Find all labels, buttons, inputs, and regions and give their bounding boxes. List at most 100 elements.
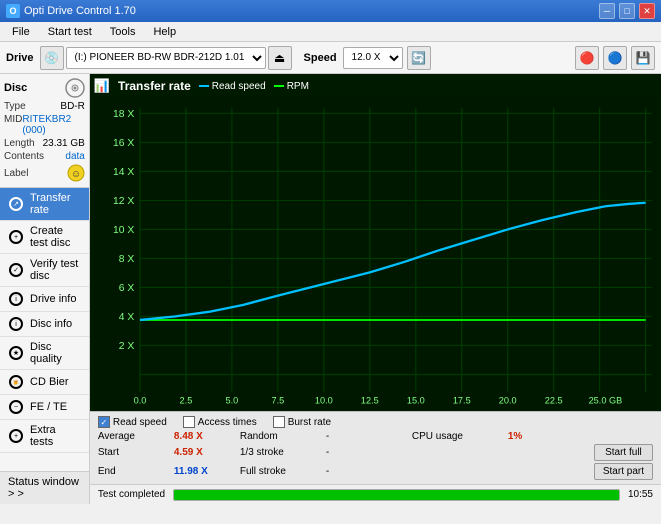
burst-rate-checkbox[interactable]: Burst rate bbox=[273, 416, 331, 428]
disc-type-row: Type BD-R bbox=[4, 100, 85, 113]
legend-rpm-label: RPM bbox=[287, 81, 309, 92]
disc-contents-row: Contents data bbox=[4, 150, 85, 163]
menu-tools[interactable]: Tools bbox=[102, 24, 144, 40]
sidebar: Disc Type BD-R MID RITEKBR2 (000) Length… bbox=[0, 74, 90, 504]
disc-section: Disc Type BD-R MID RITEKBR2 (000) Length… bbox=[0, 74, 89, 188]
average-label: Average bbox=[98, 431, 168, 442]
titlebar-controls: ─ □ ✕ bbox=[599, 3, 655, 19]
nav-cd-bier-label: CD Bier bbox=[30, 376, 69, 388]
svg-text:6 X: 6 X bbox=[119, 283, 135, 294]
stats-grid: Average 8.48 X Random - CPU usage 1% Sta… bbox=[98, 431, 653, 480]
nav-create-test-disc-label: Create test disc bbox=[30, 225, 81, 249]
fe-te-icon: ~ bbox=[8, 399, 24, 415]
nav-verify-test-disc[interactable]: ✓ Verify test disc bbox=[0, 254, 89, 287]
svg-text:15.0: 15.0 bbox=[407, 395, 425, 405]
nav-transfer-rate[interactable]: ↗ Transfer rate bbox=[0, 188, 89, 221]
svg-text:10 X: 10 X bbox=[113, 225, 134, 236]
nav-fe-te[interactable]: ~ FE / TE bbox=[0, 395, 89, 420]
toolbar: Drive 💿 (I:) PIONEER BD-RW BDR-212D 1.01… bbox=[0, 42, 661, 74]
access-times-check-icon bbox=[183, 416, 195, 428]
disc-info-icon: i bbox=[8, 316, 24, 332]
svg-text:10.0: 10.0 bbox=[315, 395, 333, 405]
chart-container: 📊 Transfer rate Read speed RPM bbox=[90, 74, 661, 411]
status-window-button[interactable]: Status window > > bbox=[0, 471, 89, 504]
toolbar-btn-2[interactable]: 🔵 bbox=[603, 46, 627, 70]
menu-start-test[interactable]: Start test bbox=[40, 24, 100, 40]
nav-disc-info[interactable]: i Disc info bbox=[0, 312, 89, 337]
burst-rate-check-icon bbox=[273, 416, 285, 428]
menu-file[interactable]: File bbox=[4, 24, 38, 40]
refresh-button[interactable]: 🔄 bbox=[407, 46, 431, 70]
disc-title: Disc bbox=[4, 82, 27, 94]
nav-disc-quality[interactable]: ★ Disc quality bbox=[0, 337, 89, 370]
start-label: Start bbox=[98, 447, 168, 458]
svg-text:12.5: 12.5 bbox=[361, 395, 379, 405]
eject-button[interactable]: ⏏ bbox=[268, 46, 292, 70]
minimize-button[interactable]: ─ bbox=[599, 3, 615, 19]
nav-extra-tests[interactable]: + Extra tests bbox=[0, 420, 89, 453]
type-value: BD-R bbox=[60, 101, 84, 112]
full-stroke-value: - bbox=[326, 466, 406, 477]
svg-text:2 X: 2 X bbox=[119, 341, 135, 352]
svg-text:12 X: 12 X bbox=[113, 196, 134, 207]
progress-bar bbox=[173, 489, 620, 501]
svg-text:5.0: 5.0 bbox=[225, 395, 238, 405]
maximize-button[interactable]: □ bbox=[619, 3, 635, 19]
disc-length-row: Length 23.31 GB bbox=[4, 137, 85, 150]
svg-text:17.5: 17.5 bbox=[453, 395, 471, 405]
length-value: 23.31 GB bbox=[43, 138, 85, 149]
access-times-checkbox-label: Access times bbox=[198, 417, 257, 428]
toolbar-btn-1[interactable]: 🔴 bbox=[575, 46, 599, 70]
nav-verify-test-disc-label: Verify test disc bbox=[30, 258, 81, 282]
nav-drive-info[interactable]: i Drive info bbox=[0, 287, 89, 312]
drive-select[interactable]: (I:) PIONEER BD-RW BDR-212D 1.01 bbox=[66, 47, 266, 69]
menu-help[interactable]: Help bbox=[145, 24, 184, 40]
extra-tests-icon: + bbox=[8, 428, 24, 444]
close-button[interactable]: ✕ bbox=[639, 3, 655, 19]
checkboxes-row: ✓ Read speed Access times Burst rate bbox=[98, 416, 653, 428]
legend-rpm: RPM bbox=[274, 81, 309, 92]
disc-label-row: Label ☺ bbox=[4, 163, 85, 183]
speed-label: Speed bbox=[304, 52, 337, 64]
svg-text:8 X: 8 X bbox=[119, 254, 135, 265]
nav-cd-bier[interactable]: 🍺 CD Bier bbox=[0, 370, 89, 395]
cpu-value: 1% bbox=[508, 431, 588, 442]
progress-fill bbox=[174, 490, 619, 500]
nav-create-test-disc[interactable]: + Create test disc bbox=[0, 221, 89, 254]
create-test-disc-icon: + bbox=[8, 229, 24, 245]
legend-read-label: Read speed bbox=[212, 81, 266, 92]
speed-select[interactable]: 12.0 X bbox=[343, 47, 403, 69]
start-full-button[interactable]: Start full bbox=[594, 444, 653, 461]
content-area: 📊 Transfer rate Read speed RPM bbox=[90, 74, 661, 504]
label-label: Label bbox=[4, 168, 28, 179]
label-icon: ☺ bbox=[67, 164, 85, 182]
start-value: 4.59 X bbox=[174, 447, 234, 458]
nav-extra-tests-label: Extra tests bbox=[30, 424, 81, 448]
nav-disc-info-label: Disc info bbox=[30, 318, 72, 330]
cpu-label: CPU usage bbox=[412, 431, 502, 442]
average-value: 8.48 X bbox=[174, 431, 234, 442]
transfer-rate-icon: ↗ bbox=[8, 196, 24, 212]
toolbar-btn-3[interactable]: 💾 bbox=[631, 46, 655, 70]
legend-rpm-icon bbox=[274, 85, 284, 87]
nav-drive-info-label: Drive info bbox=[30, 293, 76, 305]
start-part-button[interactable]: Start part bbox=[594, 463, 653, 480]
disc-quality-icon: ★ bbox=[8, 345, 24, 361]
menubar: File Start test Tools Help bbox=[0, 22, 661, 42]
svg-text:4 X: 4 X bbox=[119, 312, 135, 323]
type-label: Type bbox=[4, 101, 26, 112]
length-label: Length bbox=[4, 138, 35, 149]
drive-label: Drive bbox=[6, 52, 34, 64]
verify-test-disc-icon: ✓ bbox=[8, 262, 24, 278]
drive-icon: 💿 bbox=[40, 46, 64, 70]
access-times-checkbox[interactable]: Access times bbox=[183, 416, 257, 428]
read-speed-checkbox[interactable]: ✓ Read speed bbox=[98, 416, 167, 428]
svg-text:18 X: 18 X bbox=[113, 109, 134, 120]
mid-label: MID bbox=[4, 114, 22, 136]
svg-text:14 X: 14 X bbox=[113, 167, 134, 178]
read-speed-check-icon: ✓ bbox=[98, 416, 110, 428]
nav-disc-quality-label: Disc quality bbox=[30, 341, 81, 365]
svg-text:7.5: 7.5 bbox=[271, 395, 284, 405]
status-window-label: Status window > > bbox=[8, 476, 81, 500]
svg-text:25.0 GB: 25.0 GB bbox=[588, 395, 622, 405]
